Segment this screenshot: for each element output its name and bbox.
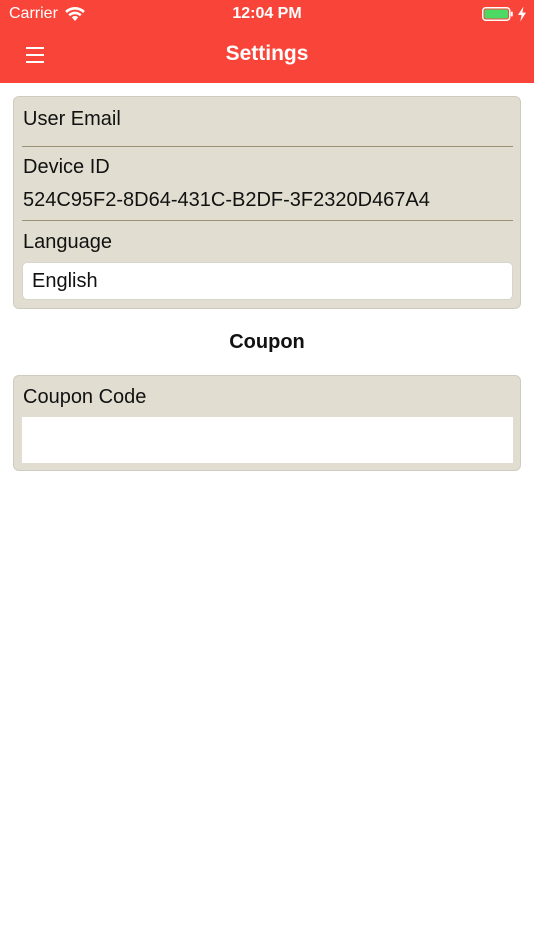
battery-icon — [482, 6, 514, 22]
status-bar: Carrier 12:04 PM — [0, 0, 534, 28]
coupon-code-field[interactable] — [22, 417, 513, 463]
coupon-code-label: Coupon Code — [23, 386, 147, 408]
coupon-code-input[interactable] — [22, 417, 513, 463]
coupon-section-title: Coupon — [229, 331, 305, 353]
settings-screen: Carrier 12:04 PM Settings User Email Dev… — [0, 0, 534, 950]
divider — [22, 220, 513, 221]
user-email-label: User Email — [23, 108, 121, 130]
language-selector[interactable]: English — [22, 262, 513, 300]
coupon-card: Coupon Code — [13, 375, 521, 471]
language-label: Language — [23, 231, 112, 253]
page-title: Settings — [225, 42, 309, 65]
language-value: English — [32, 270, 98, 292]
device-id-value: 524C95F2-8D64-431C-B2DF-3F2320D467A4 — [23, 189, 430, 211]
account-info-card: User Email Device ID 524C95F2-8D64-431C-… — [13, 96, 521, 309]
charging-bolt-icon — [517, 6, 527, 22]
device-id-label: Device ID — [23, 156, 110, 178]
top-bar: Carrier 12:04 PM Settings — [0, 0, 534, 83]
status-time: 12:04 PM — [232, 5, 302, 22]
navigation-bar: Settings — [0, 28, 534, 83]
divider — [22, 146, 513, 147]
